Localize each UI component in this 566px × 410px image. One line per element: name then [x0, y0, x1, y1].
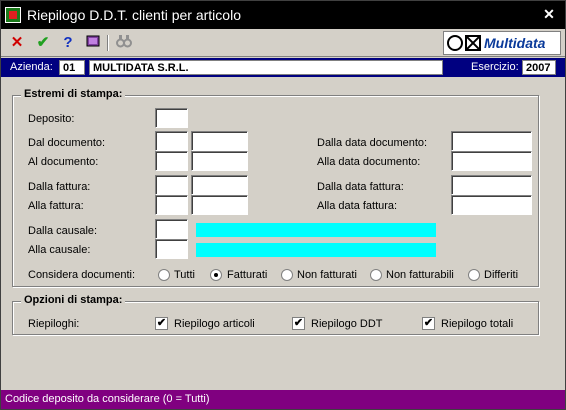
- dalla-data-fattura-input[interactable]: [451, 175, 532, 195]
- deposito-input[interactable]: [155, 108, 188, 128]
- azienda-code: 01: [59, 60, 85, 75]
- logo-cross-box-icon: [465, 35, 481, 51]
- status-bar: Codice deposito da considerare (0 = Tutt…: [1, 390, 565, 409]
- riepilogo-articoli-checkbox[interactable]: ✔: [155, 317, 168, 330]
- riepilogo-totali-label: Riepilogo totali: [441, 318, 514, 330]
- dal-documento-label: Dal documento:: [28, 137, 106, 149]
- esercizio-year: 2007: [522, 60, 556, 75]
- logo-text: Multidata: [484, 35, 546, 51]
- dalla-causale-label: Dalla causale:: [28, 225, 98, 237]
- radio-fatturati[interactable]: [210, 269, 222, 281]
- riepilogo-ddt-checkbox[interactable]: ✔: [292, 317, 305, 330]
- book-icon[interactable]: [83, 33, 103, 53]
- dal-documento-series-input[interactable]: [155, 131, 188, 151]
- radio-non-fatturati-label: Non fatturati: [297, 269, 357, 281]
- radio-tutti-label: Tutti: [174, 269, 195, 281]
- alla-data-fattura-input[interactable]: [451, 195, 532, 215]
- riepilogo-ddt-label: Riepilogo DDT: [311, 318, 383, 330]
- radio-non-fatturabili[interactable]: [370, 269, 382, 281]
- dalla-causale-code-input[interactable]: [155, 219, 188, 239]
- binoculars-icon-graphic: [116, 35, 132, 48]
- estremi-group-title: Estremi di stampa:: [21, 88, 126, 100]
- alla-fattura-number-input[interactable]: [191, 195, 248, 215]
- dalla-fattura-number-input[interactable]: [191, 175, 248, 195]
- esercizio-label: Esercizio:: [471, 61, 519, 73]
- dalla-fattura-series-input[interactable]: [155, 175, 188, 195]
- binoculars-icon[interactable]: [114, 33, 134, 53]
- considera-documenti-label: Considera documenti:: [28, 269, 136, 281]
- radio-non-fatturati[interactable]: [281, 269, 293, 281]
- alla-causale-description: [196, 243, 436, 257]
- alla-fattura-series-input[interactable]: [155, 195, 188, 215]
- dalla-data-documento-label: Dalla data documento:: [317, 137, 428, 149]
- app-icon: [5, 7, 21, 23]
- print-dialog-window: Riepilogo D.D.T. clienti per articolo ✕ …: [0, 0, 566, 410]
- radio-non-fatturabili-label: Non fatturabili: [386, 269, 454, 281]
- dalla-data-documento-input[interactable]: [451, 131, 532, 151]
- toolbar-separator: [107, 35, 109, 51]
- dal-documento-number-input[interactable]: [191, 131, 248, 151]
- multidata-logo: Multidata: [443, 31, 561, 55]
- opzioni-group-title: Opzioni di stampa:: [21, 294, 126, 306]
- riepilogo-totali-checkbox[interactable]: ✔: [422, 317, 435, 330]
- radio-differiti-label: Differiti: [484, 269, 519, 281]
- radio-tutti[interactable]: [158, 269, 170, 281]
- cancel-icon[interactable]: ✕: [7, 33, 27, 53]
- alla-data-fattura-label: Alla data fattura:: [317, 200, 398, 212]
- logo-circle-icon: [447, 35, 463, 51]
- al-documento-label: Al documento:: [28, 156, 99, 168]
- riepilogo-articoli-label: Riepilogo articoli: [174, 318, 255, 330]
- alla-causale-label: Alla causale:: [28, 244, 91, 256]
- azienda-name: MULTIDATA S.R.L.: [89, 60, 443, 75]
- window-title: Riepilogo D.D.T. clienti per articolo: [27, 7, 241, 23]
- al-documento-number-input[interactable]: [191, 151, 248, 171]
- alla-data-documento-input[interactable]: [451, 151, 532, 171]
- radio-differiti[interactable]: [468, 269, 480, 281]
- alla-data-documento-label: Alla data documento:: [317, 156, 421, 168]
- dalla-causale-description: [196, 223, 436, 237]
- confirm-icon[interactable]: ✔: [33, 33, 53, 53]
- title-bar: Riepilogo D.D.T. clienti per articolo ✕: [1, 1, 565, 29]
- close-icon[interactable]: ✕: [541, 6, 557, 22]
- dalla-data-fattura-label: Dalla data fattura:: [317, 181, 404, 193]
- alla-causale-code-input[interactable]: [155, 239, 188, 259]
- radio-fatturati-label: Fatturati: [227, 269, 268, 281]
- dalla-fattura-label: Dalla fattura:: [28, 181, 91, 193]
- azienda-bar: Azienda: 01 MULTIDATA S.R.L. Esercizio: …: [1, 58, 565, 77]
- azienda-label: Azienda:: [10, 61, 53, 73]
- alla-fattura-label: Alla fattura:: [28, 200, 84, 212]
- al-documento-series-input[interactable]: [155, 151, 188, 171]
- book-icon-graphic: [86, 35, 100, 47]
- status-text: Codice deposito da considerare (0 = Tutt…: [5, 393, 210, 405]
- riepiloghi-label: Riepiloghi:: [28, 318, 80, 330]
- help-icon[interactable]: ?: [58, 33, 78, 53]
- deposito-label: Deposito:: [28, 113, 75, 125]
